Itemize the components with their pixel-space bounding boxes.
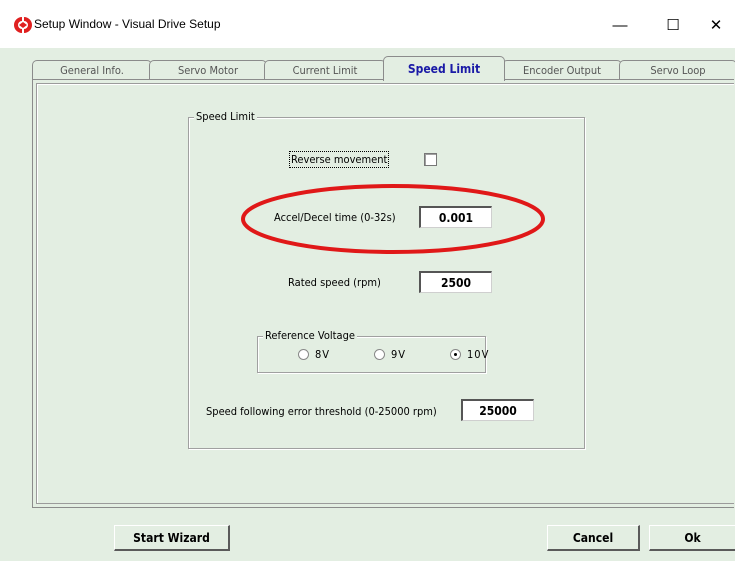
tab-servo-loop[interactable]: Servo Loop xyxy=(619,60,735,80)
radio-8v[interactable]: 8V xyxy=(298,348,330,361)
error-threshold-input[interactable]: 25000 xyxy=(461,399,534,421)
tab-general-info[interactable]: General Info. xyxy=(32,60,152,80)
cancel-button[interactable]: Cancel xyxy=(547,525,640,551)
reference-voltage-title: Reference Voltage xyxy=(263,329,357,342)
radio-10v[interactable]: 10V xyxy=(450,348,489,361)
tab-speed-limit[interactable]: Speed Limit xyxy=(383,56,505,81)
title-bar: Setup Window - Visual Drive Setup — ☐ ✕ xyxy=(0,0,735,48)
radio-9v-label: 9V xyxy=(391,348,407,361)
radio-8v-indicator[interactable] xyxy=(298,349,309,360)
tab-current-limit[interactable]: Current Limit xyxy=(264,60,386,80)
radio-9v-indicator[interactable] xyxy=(374,349,385,360)
maximize-button[interactable]: ☐ xyxy=(650,10,696,40)
radio-9v[interactable]: 9V xyxy=(374,348,406,361)
app-logo-icon xyxy=(14,17,32,33)
radio-10v-indicator[interactable] xyxy=(450,349,461,360)
radio-10v-label: 10V xyxy=(467,348,490,361)
radio-8v-label: 8V xyxy=(315,348,331,361)
close-button[interactable]: ✕ xyxy=(697,10,735,40)
ok-button[interactable]: Ok xyxy=(649,525,735,551)
minimize-button[interactable]: — xyxy=(597,10,643,40)
reverse-movement-label: Reverse movement xyxy=(288,151,390,168)
start-wizard-button[interactable]: Start Wizard xyxy=(114,525,230,551)
window-title: Setup Window - Visual Drive Setup xyxy=(34,17,221,31)
accel-decel-input[interactable]: 0.001 xyxy=(419,206,492,228)
reverse-movement-checkbox[interactable] xyxy=(424,153,437,166)
tab-encoder-output[interactable]: Encoder Output xyxy=(502,60,622,80)
rated-speed-label: Rated speed (rpm) xyxy=(288,276,381,289)
tab-servo-motor[interactable]: Servo Motor xyxy=(149,60,267,80)
accel-decel-label: Accel/Decel time (0-32s) xyxy=(274,211,396,224)
rated-speed-input[interactable]: 2500 xyxy=(419,271,492,293)
tab-strip: General Info. Servo Motor Current Limit … xyxy=(32,56,735,81)
speed-limit-group-title: Speed Limit xyxy=(194,110,257,123)
error-threshold-label: Speed following error threshold (0-25000… xyxy=(206,405,437,418)
